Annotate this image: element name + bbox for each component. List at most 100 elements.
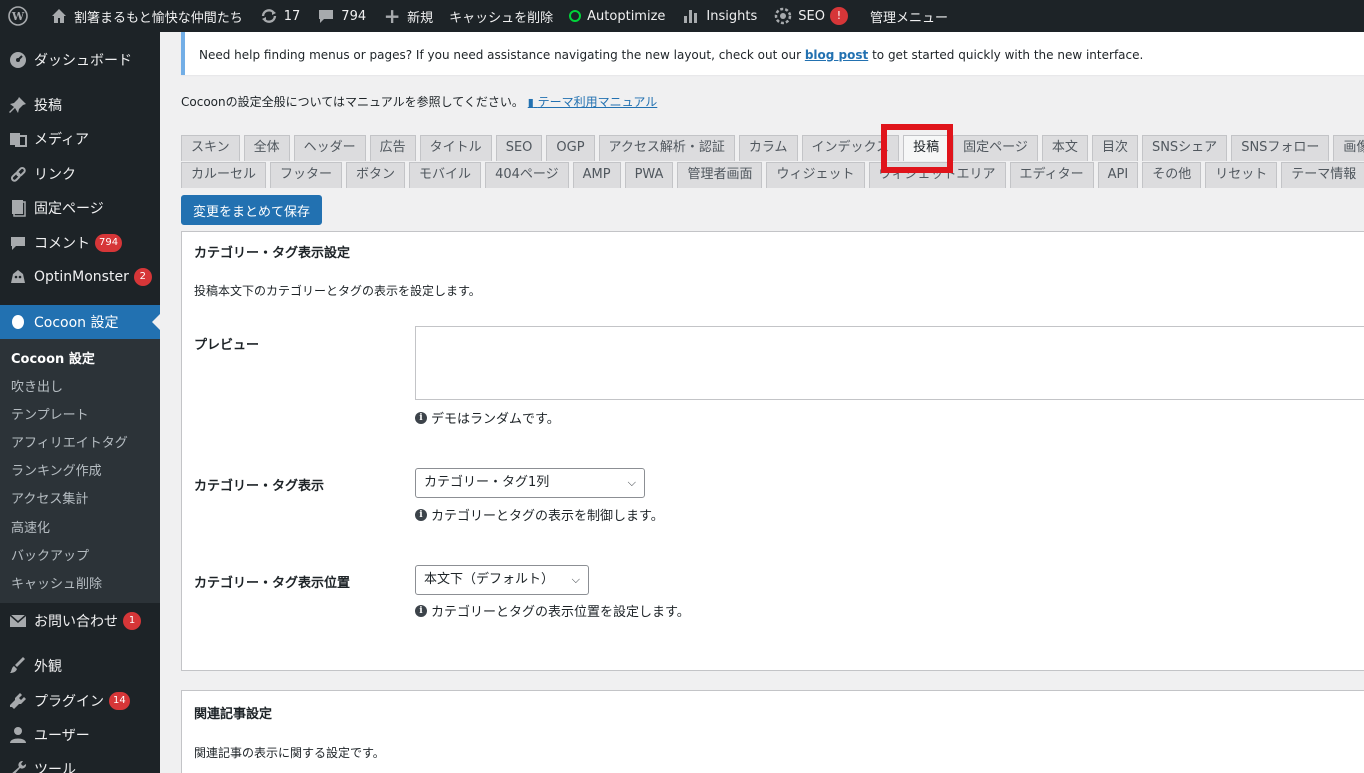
clear-cache-label: キャッシュを削除 [449,10,554,26]
sidebar-label-pages: 固定ページ [34,201,104,217]
sidebar-item-dashboard[interactable]: ダッシュボード [0,43,160,77]
updates-count: 17 [283,8,301,24]
tab-editor[interactable]: エディター [1009,162,1094,188]
tab-sns-share[interactable]: SNSシェア [1141,135,1228,161]
optinmonster-icon [8,267,28,287]
admin-menu-link[interactable]: 管理メニュー [856,0,956,32]
seo-menu[interactable]: SEO ! [765,0,856,32]
position-select[interactable]: 本文下（デフォルト） ⌵ [415,565,589,595]
tab-admin[interactable]: 管理者画面 [677,162,763,188]
wordpress-logo-menu[interactable]: W [0,0,41,32]
tab-column[interactable]: カラム [738,135,798,161]
tab-seo[interactable]: SEO [495,135,543,161]
insights-menu[interactable]: Insights [673,0,765,32]
sidebar-item-pages[interactable]: 固定ページ [0,191,160,225]
update-icon [259,6,279,26]
media-icon [8,129,28,149]
sidebar-item-comments[interactable]: コメント 794 [0,226,160,260]
sidebar-item-posts[interactable]: 投稿 [0,88,160,122]
admin-menu-label: 管理メニュー [869,10,948,26]
preview-help: i デモはランダムです。 [415,408,560,427]
display-help: i カテゴリーとタグの表示を制御します。 [415,505,664,524]
tab-analytics[interactable]: アクセス解析・認証 [598,135,735,161]
info-icon: i [415,604,427,617]
tab-button[interactable]: ボタン [346,162,406,188]
sidebar-label-contact: お問い合わせ [34,614,118,630]
sidebar-item-plugins[interactable]: プラグイン 14 [0,684,160,718]
tab-carousel[interactable]: カルーセル [181,162,267,188]
clear-cache-menu[interactable]: キャッシュを削除 [441,0,561,32]
submenu-item[interactable]: Cocoon 設定 [11,349,95,371]
tab-title[interactable]: タイトル [419,135,492,161]
tab-api[interactable]: API [1097,162,1139,188]
tab-body[interactable]: 本文 [1041,135,1088,161]
submenu-item[interactable]: キャッシュ削除 [11,574,102,596]
sidebar-item-media[interactable]: メディア [0,122,160,156]
position-select-value: 本文下（デフォルト） [424,572,555,587]
tab-widget[interactable]: ウィジェット [766,162,865,188]
plugins-count-badge: 14 [109,692,130,710]
sidebar-item-tools[interactable]: ツール [0,752,160,773]
submenu-item[interactable]: ランキング作成 [11,461,102,483]
submenu-item[interactable]: バックアップ [11,546,89,568]
position-label: カテゴリー・タグ表示位置 [194,576,351,591]
blog-post-link[interactable]: blog post [805,48,868,62]
sidebar-label-plugins: プラグイン [34,694,104,710]
tab-amp[interactable]: AMP [572,162,621,188]
settings-tabs-row1: スキン 全体 ヘッダー 広告 タイトル SEO OGP アクセス解析・認証 カラ… [181,135,1364,161]
tab-index[interactable]: インデックス [801,135,900,161]
sidebar-item-appearance[interactable]: 外観 [0,649,160,683]
submenu-item[interactable]: 高速化 [11,518,50,540]
category-tag-settings-box: カテゴリー・タグ表示設定 投稿本文下のカテゴリーとタグの表示を設定します。 プレ… [181,231,1364,671]
tab-footer[interactable]: フッター [270,162,343,188]
tab-pwa[interactable]: PWA [624,162,674,188]
submenu-item[interactable]: 吹き出し [11,377,63,399]
tab-theme-info[interactable]: テーマ情報 [1281,162,1364,188]
manual-link[interactable]: ▮ テーマ利用マニュアル [528,95,658,109]
tab-ogp[interactable]: OGP [546,135,595,161]
sidebar-item-cocoon[interactable]: Cocoon 設定 [0,305,160,339]
plus-icon: + [383,4,401,28]
tab-ads[interactable]: 広告 [369,135,416,161]
submenu-item[interactable]: テンプレート [11,405,89,427]
sidebar-item-optinmonster[interactable]: OptinMonster 2 [0,260,160,294]
tab-widget-area[interactable]: ウィジェットエリア [868,162,1006,188]
tab-toc[interactable]: 目次 [1091,135,1138,161]
display-select[interactable]: カテゴリー・タグ1列 ⌵ [415,468,645,498]
submenu-item[interactable]: アフィリエイトタグ [11,433,128,455]
tab-post[interactable]: 投稿 [903,135,950,161]
sidebar-item-links[interactable]: リンク [0,157,160,191]
updates-menu[interactable]: 17 [251,0,309,32]
tab-header[interactable]: ヘッダー [293,135,366,161]
comment-icon [8,233,28,253]
sidebar-label-dashboard: ダッシュボード [34,53,132,69]
tab-404[interactable]: 404ページ [485,162,569,188]
sidebar-label-media: メディア [34,132,90,148]
box-description: 関連記事の表示に関する設定です。 [194,746,385,760]
tab-other[interactable]: その他 [1142,162,1202,188]
paintbrush-icon [8,656,28,676]
tab-all[interactable]: 全体 [243,135,290,161]
comments-count-badge: 794 [95,234,123,252]
save-all-button[interactable]: 変更をまとめて保存 [181,195,323,225]
pin-icon [8,95,28,115]
sidebar-item-contact[interactable]: お問い合わせ 1 [0,604,160,638]
preview-label: プレビュー [194,338,260,353]
tab-image[interactable]: 画像 [1333,135,1364,161]
tab-page[interactable]: 固定ページ [953,135,1038,161]
main-content: Need help finding menus or pages? If you… [160,32,1364,773]
sidebar-item-users[interactable]: ユーザー [0,718,160,752]
tab-sns-follow[interactable]: SNSフォロー [1231,135,1330,161]
insights-label: Insights [706,8,758,24]
new-content-menu[interactable]: + 新規 [374,0,441,32]
tab-mobile[interactable]: モバイル [409,162,482,188]
related-posts-settings-box: 関連記事設定 関連記事の表示に関する設定です。 [181,690,1364,773]
dashboard-icon [8,50,28,70]
submenu-item[interactable]: アクセス集計 [11,489,88,511]
comments-menu[interactable]: 794 [308,0,374,32]
tab-reset[interactable]: リセット [1205,162,1278,188]
autoptimize-menu[interactable]: Autoptimize [561,0,673,32]
tab-skin[interactable]: スキン [181,135,240,161]
site-name-menu[interactable]: 割箸まるもと愉快な仲間たち [41,0,251,32]
site-name: 割箸まるもと愉快な仲間たち [74,10,243,26]
